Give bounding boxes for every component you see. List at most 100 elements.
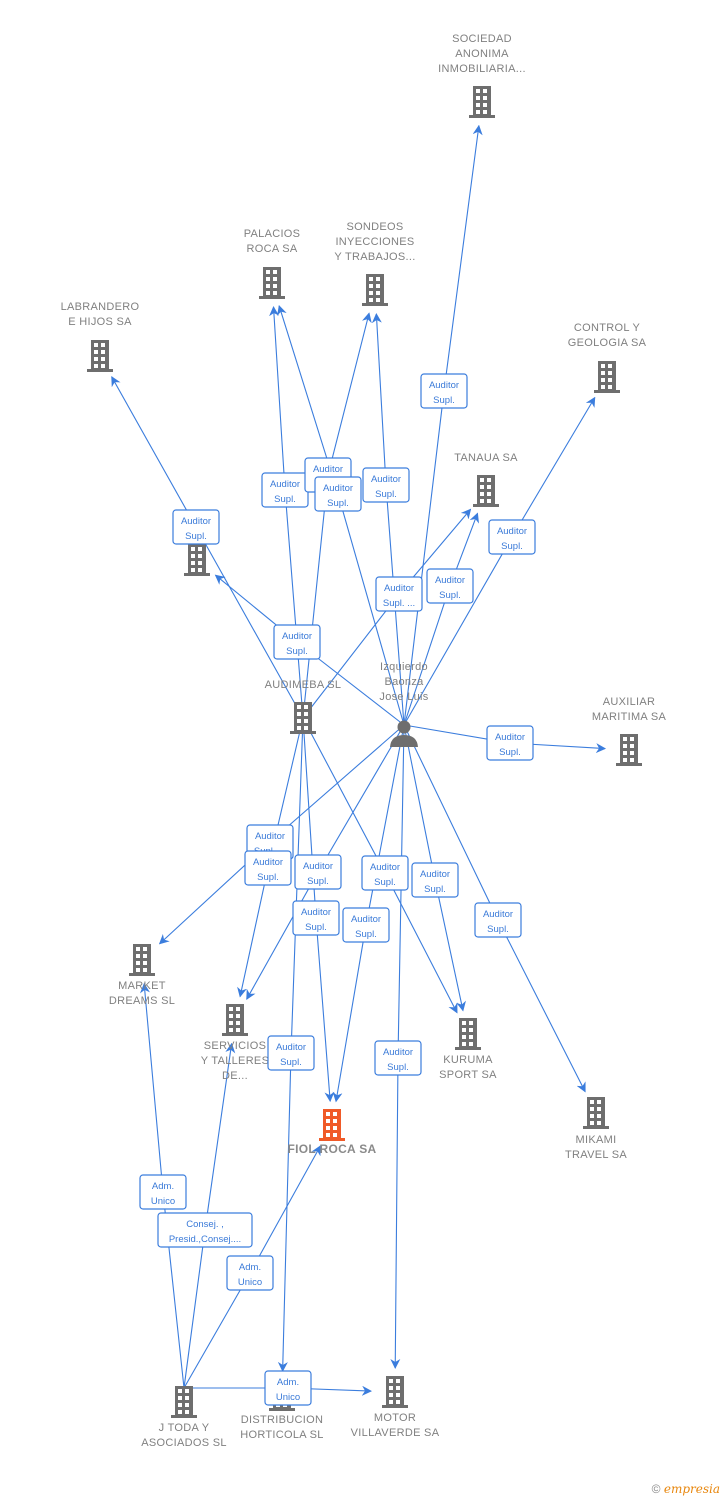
node-kuruma[interactable]: KURUMA SPORT SA bbox=[439, 1018, 497, 1081]
edge-label-text: Adm. bbox=[277, 1377, 299, 1388]
node-label: TRAVEL SA bbox=[565, 1149, 627, 1161]
node-label: Y TALLERES bbox=[201, 1055, 269, 1067]
node-sociedad[interactable]: SOCIEDAD ANONIMA INMOBILIARIA... bbox=[438, 33, 526, 118]
edge-label-box[interactable]: Auditor Supl. bbox=[294, 854, 342, 890]
node-label: SERVICIOS bbox=[204, 1040, 266, 1052]
edge-label-text: Supl. bbox=[487, 924, 509, 935]
edge-label-text: Auditor bbox=[371, 474, 401, 485]
edge-label-box[interactable]: Adm. Unico bbox=[139, 1174, 187, 1210]
edge-label-box[interactable]: Auditor Supl. bbox=[292, 900, 340, 936]
edge-label-text: Supl. bbox=[433, 395, 455, 406]
edge-label-box[interactable]: Auditor Supl. bbox=[486, 725, 534, 761]
edge-labels: Auditor Supl. Auditor Supl. Auditor Supl. Audi… bbox=[139, 373, 536, 1406]
edge-label-text: Supl. bbox=[439, 590, 461, 601]
edge-label-text: Unico bbox=[151, 1196, 175, 1207]
edge-label-text: Unico bbox=[238, 1277, 262, 1288]
node-label: MOTOR bbox=[374, 1412, 416, 1424]
node-palacios[interactable]: PALACIOS ROCA SA bbox=[244, 228, 301, 299]
edge-label-box[interactable]: Auditor Supl. bbox=[362, 467, 410, 503]
edge-label-text: Supl. bbox=[327, 498, 349, 509]
node-market[interactable]: MARKET DREAMS SL bbox=[109, 944, 175, 1007]
edge-audimeba-to-labrandero bbox=[111, 376, 304, 719]
copyright-symbol: © bbox=[651, 1482, 661, 1496]
edge-label-box[interactable]: Auditor Supl. bbox=[420, 373, 468, 409]
edge-label-box[interactable]: Auditor Supl. bbox=[273, 624, 321, 660]
edge-label-box[interactable]: Auditor Supl. bbox=[488, 519, 536, 555]
node-label: MIKAMI bbox=[576, 1134, 617, 1146]
edge-label-text: Supl. bbox=[355, 929, 377, 940]
edge-label-text: Supl. bbox=[374, 877, 396, 888]
node-sondeos[interactable]: SONDEOS INYECCIONES Y TRABAJOS... bbox=[334, 221, 415, 306]
node-label: Jose Luis bbox=[379, 691, 428, 703]
edge-label-box[interactable]: Auditor Supl. bbox=[374, 1040, 422, 1076]
edge-label-text: Supl. bbox=[307, 876, 329, 887]
edge-label-text: Auditor bbox=[270, 479, 300, 490]
node-label: ASOCIADOS SL bbox=[141, 1437, 227, 1449]
building-icon bbox=[129, 944, 155, 976]
edge-label-box[interactable]: Auditor Supl. bbox=[426, 568, 474, 604]
edge-label-box[interactable]: Auditor Supl. bbox=[172, 509, 220, 545]
edge-label-text: Supl. ... bbox=[383, 598, 415, 609]
building-icon bbox=[362, 274, 388, 306]
node-label: CONTROL Y bbox=[574, 322, 641, 334]
node-label: INMOBILIARIA... bbox=[438, 63, 526, 75]
edge-person-to-sociedad bbox=[403, 124, 483, 726]
edge-label-box[interactable]: Adm. Unico bbox=[226, 1255, 274, 1291]
edge-label-box[interactable]: Auditor Supl. bbox=[267, 1035, 315, 1071]
node-servicios[interactable]: SERVICIOS Y TALLERES DE... bbox=[201, 1004, 269, 1082]
node-label: ANONIMA bbox=[455, 48, 509, 60]
edge-label-box[interactable]: Consej. , Presid.,Consej.... bbox=[157, 1212, 253, 1248]
building-icon bbox=[455, 1018, 481, 1050]
edge-label-box[interactable]: Adm. Unico bbox=[264, 1370, 312, 1406]
edge-label-text: Supl. bbox=[286, 646, 308, 657]
edge-label-text: Unico bbox=[276, 1392, 300, 1403]
building-icon bbox=[469, 86, 495, 118]
edge-label-box[interactable]: Auditor Supl. bbox=[411, 862, 459, 898]
node-label: SPORT SA bbox=[439, 1069, 497, 1081]
node-mikami[interactable]: MIKAMI TRAVEL SA bbox=[565, 1097, 627, 1161]
footer: © empresia bbox=[652, 1482, 720, 1496]
node-label: E HIJOS SA bbox=[68, 316, 132, 328]
edge-label-box[interactable]: Auditor Supl. bbox=[474, 902, 522, 938]
node-fiol[interactable]: FIOL ROCA SA bbox=[288, 1109, 377, 1156]
edge-label-text: Supl. bbox=[499, 747, 521, 758]
node-auxiliar[interactable]: AUXILIAR MARITIMA SA bbox=[592, 696, 667, 766]
node-label: ROCA SA bbox=[246, 243, 297, 255]
edge-label-text: Auditor bbox=[181, 516, 211, 527]
edge-label-text: Supl. bbox=[424, 884, 446, 895]
building-icon bbox=[259, 267, 285, 299]
edge-label-text: Supl. bbox=[305, 922, 327, 933]
edge-label-box[interactable]: Auditor Supl. bbox=[342, 907, 390, 943]
node-label: TANAUA SA bbox=[454, 452, 518, 464]
edge-label-box[interactable]: Auditor Supl. bbox=[314, 476, 362, 512]
network-diagram: SOCIEDAD ANONIMA INMOBILIARIA... PALACIOS RO… bbox=[0, 0, 728, 1500]
edge-label-text: Adm. bbox=[152, 1181, 174, 1192]
node-motor[interactable]: MOTOR VILLAVERDE SA bbox=[351, 1376, 440, 1439]
edge-label-text: Supl. bbox=[375, 489, 397, 500]
edge-label-box[interactable]: Auditor Supl. bbox=[361, 855, 409, 891]
node-control[interactable]: CONTROL Y GEOLOGIA SA bbox=[568, 322, 647, 393]
building-icon bbox=[473, 475, 499, 507]
building-icon bbox=[382, 1376, 408, 1408]
node-labrandero[interactable]: LABRANDERO E HIJOS SA bbox=[61, 301, 140, 372]
edge-label-text: Supl. bbox=[257, 872, 279, 883]
node-label: SONDEOS bbox=[346, 221, 403, 233]
node-label: J TODA Y bbox=[159, 1422, 210, 1434]
edge-label-text: Auditor bbox=[497, 526, 527, 537]
edge-label-text: Auditor bbox=[384, 583, 414, 594]
edge-label-box[interactable]: Auditor Supl. bbox=[261, 472, 309, 508]
brand-logo[interactable]: empresia bbox=[664, 1482, 720, 1496]
node-label: MARITIMA SA bbox=[592, 711, 667, 723]
node-audimeba[interactable]: AUDIMEBA SL bbox=[265, 679, 342, 734]
edge-label-box[interactable]: Auditor Supl. ... bbox=[375, 576, 423, 612]
node-tanaua[interactable]: TANAUA SA bbox=[454, 452, 518, 507]
building-icon bbox=[222, 1004, 248, 1036]
building-icon bbox=[319, 1109, 345, 1141]
node-label: AUXILIAR bbox=[603, 696, 656, 708]
edge-label-text: Auditor bbox=[255, 831, 285, 842]
node-label: Izquierdo bbox=[380, 661, 428, 673]
node-jtoda[interactable]: J TODA Y ASOCIADOS SL bbox=[141, 1386, 227, 1449]
node-label: FIOL ROCA SA bbox=[288, 1142, 377, 1156]
edge-label-text: Auditor bbox=[370, 862, 400, 873]
edge-label-box[interactable]: Auditor Supl. bbox=[244, 850, 292, 886]
